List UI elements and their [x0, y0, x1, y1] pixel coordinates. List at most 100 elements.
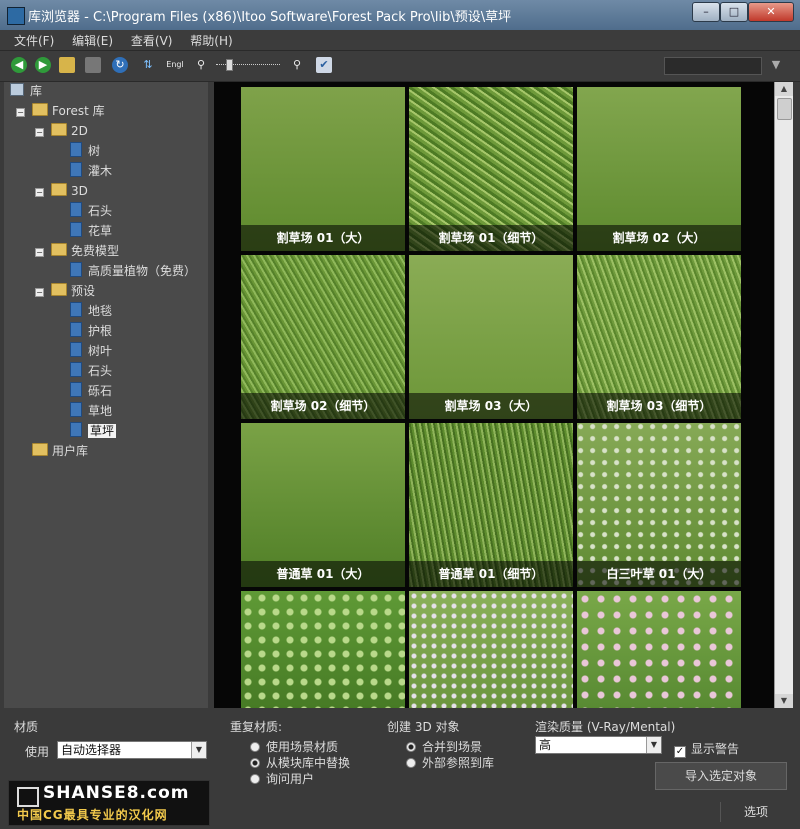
- radio-icon: [250, 774, 260, 784]
- forward-icon[interactable]: ▶: [35, 57, 51, 73]
- menu-file[interactable]: 文件(F): [7, 30, 61, 51]
- thumbnail[interactable]: 割草场 01（细节）: [409, 87, 573, 251]
- tree-item-mulch[interactable]: 护根: [70, 322, 112, 340]
- filter-icon[interactable]: ▼: [768, 57, 784, 73]
- book-icon: [70, 342, 82, 357]
- thumbnail[interactable]: 白三叶草 01（大）: [577, 423, 741, 587]
- close-button[interactable]: ✕: [748, 2, 794, 22]
- tree-root[interactable]: 库: [10, 82, 42, 100]
- thumbnail[interactable]: [577, 591, 741, 708]
- thumbnail-caption: 普通草 01（细节）: [409, 561, 573, 587]
- thumbnail[interactable]: [241, 591, 405, 708]
- open-folder-icon[interactable]: [59, 57, 75, 73]
- folder-icon: [51, 183, 67, 196]
- tree-presets[interactable]: 预设: [51, 282, 95, 300]
- use-label: 使用: [25, 745, 50, 759]
- import-selected-button[interactable]: 导入选定对象: [655, 762, 787, 790]
- toolbar: ◀ ▶ ↻ ⇅ Engl ⚲ ⚲ ✔ ▼: [0, 51, 800, 82]
- tree-item-carpet[interactable]: 地毯: [70, 302, 112, 320]
- tree-item-free-plants[interactable]: 高质量植物（免费）: [70, 262, 196, 280]
- zoom-in-icon[interactable]: ⚲: [289, 57, 305, 73]
- options-button[interactable]: 选项: [720, 802, 791, 822]
- book-icon: [70, 142, 82, 157]
- menu-view[interactable]: 查看(V): [124, 30, 180, 51]
- watermark-text: SHANSE8.com: [43, 783, 190, 803]
- material-select[interactable]: 自动选择器 ▼: [57, 741, 207, 759]
- zoom-slider-handle[interactable]: [226, 59, 233, 71]
- radio-replace-from-library[interactable]: 从模块库中替换: [250, 754, 350, 771]
- thumbnail[interactable]: 割草场 02（细节）: [241, 255, 405, 419]
- book-icon: [70, 382, 82, 397]
- tree-collapse-icon[interactable]: −: [16, 108, 25, 117]
- radio-ask-user[interactable]: 询问用户: [250, 770, 314, 787]
- material-label: 材质: [14, 720, 39, 734]
- sort-icon[interactable]: ⇅: [140, 57, 156, 73]
- tree-item-stones[interactable]: 石头: [70, 362, 112, 380]
- tree-item-3d-flowers[interactable]: 花草: [70, 222, 112, 240]
- tree-item-3d-rock[interactable]: 石头: [70, 202, 112, 220]
- thumbnail-caption: 割草场 01（细节）: [409, 225, 573, 251]
- title-bar: 库浏览器 - C:\Program Files (x86)\Itoo Softw…: [0, 0, 800, 31]
- thumbnail[interactable]: 割草场 01（大）: [241, 87, 405, 251]
- window-title: 库浏览器 - C:\Program Files (x86)\Itoo Softw…: [28, 10, 512, 25]
- thumbnail[interactable]: 割草场 03（细节）: [577, 255, 741, 419]
- tree-item-meadow[interactable]: 草地: [70, 402, 112, 420]
- back-icon[interactable]: ◀: [11, 57, 27, 73]
- thumbnail-caption: 白三叶草 01（大）: [577, 561, 741, 587]
- checklist-icon[interactable]: ✔: [316, 57, 332, 73]
- material-select-value: 自动选择器: [61, 743, 122, 757]
- repeat-material-label: 重复材质:: [230, 720, 283, 734]
- folder-icon: [51, 123, 67, 136]
- tree-forest[interactable]: Forest 库: [32, 102, 105, 120]
- tree-3d[interactable]: 3D: [51, 182, 88, 200]
- tree-item-leaves[interactable]: 树叶: [70, 342, 112, 360]
- menu-help[interactable]: 帮助(H): [183, 30, 239, 51]
- radio-merge-to-scene[interactable]: 合并到场景: [406, 738, 482, 755]
- radio-icon: [406, 758, 416, 768]
- save-icon[interactable]: [85, 57, 101, 73]
- thumbnail-caption: 割草场 03（大）: [409, 393, 573, 419]
- tree-collapse-icon[interactable]: −: [35, 188, 44, 197]
- tree-collapse-icon[interactable]: −: [35, 248, 44, 257]
- tree-item-lawn[interactable]: 草坪: [70, 422, 117, 440]
- render-quality-select[interactable]: 高 ▼: [535, 736, 662, 754]
- radio-selected-icon: [250, 758, 260, 768]
- search-input[interactable]: [664, 57, 762, 75]
- tree-item-gravel[interactable]: 砾石: [70, 382, 112, 400]
- thumbnail[interactable]: [409, 591, 573, 708]
- thumbnail[interactable]: 普通草 01（大）: [241, 423, 405, 587]
- settings-panel: 材质 使用 自动选择器 ▼ 重复材质: 使用场景材质 从模块库中替换 询问用户 …: [0, 708, 800, 829]
- scroll-up-icon[interactable]: ▲: [775, 82, 793, 96]
- radio-use-scene-material[interactable]: 使用场景材质: [250, 738, 338, 755]
- library-tree: 库 − Forest 库 − 2D 树 灌木 − 3D 石头 花草 − 免费模型…: [4, 82, 208, 708]
- tree-2d[interactable]: 2D: [51, 122, 88, 140]
- zoom-out-icon[interactable]: ⚲: [193, 57, 209, 73]
- thumbnail[interactable]: 割草场 03（大）: [409, 255, 573, 419]
- tree-item-2d-shrub[interactable]: 灌木: [70, 162, 112, 180]
- create-3d-label: 创建 3D 对象: [387, 720, 460, 734]
- scroll-thumb[interactable]: [777, 98, 792, 120]
- refresh-icon[interactable]: ↻: [112, 57, 128, 73]
- tree-free-models[interactable]: 免费模型: [51, 242, 119, 260]
- tree-collapse-icon[interactable]: −: [35, 288, 44, 297]
- folder-icon: [32, 103, 48, 116]
- thumbnail[interactable]: 普通草 01（细节）: [409, 423, 573, 587]
- radio-xref-to-library[interactable]: 外部参照到库: [406, 754, 494, 771]
- show-warning-checkbox[interactable]: ✓ 显示警告: [674, 740, 739, 758]
- library-icon: [10, 83, 24, 96]
- book-icon: [70, 202, 82, 217]
- tree-item-2d-tree[interactable]: 树: [70, 142, 100, 160]
- tree-user-library[interactable]: 用户库: [32, 442, 88, 460]
- maximize-button[interactable]: □: [720, 2, 748, 22]
- vertical-scrollbar[interactable]: ▲ ▼: [774, 82, 793, 708]
- language-icon[interactable]: Engl: [163, 57, 187, 73]
- thumbnail-caption: 割草场 03（细节）: [577, 393, 741, 419]
- tree-collapse-icon[interactable]: −: [35, 128, 44, 137]
- menu-edit[interactable]: 编辑(E): [65, 30, 120, 51]
- minimize-button[interactable]: –: [692, 2, 720, 22]
- thumbnail[interactable]: 割草场 02（大）: [577, 87, 741, 251]
- scroll-down-icon[interactable]: ▼: [775, 694, 793, 708]
- thumbnail-grid: 割草场 01（大） 割草场 01（细节） 割草场 02（大） 割草场 02（细节…: [214, 82, 774, 708]
- book-icon: [70, 222, 82, 237]
- thumbnail-caption: 割草场 01（大）: [241, 225, 405, 251]
